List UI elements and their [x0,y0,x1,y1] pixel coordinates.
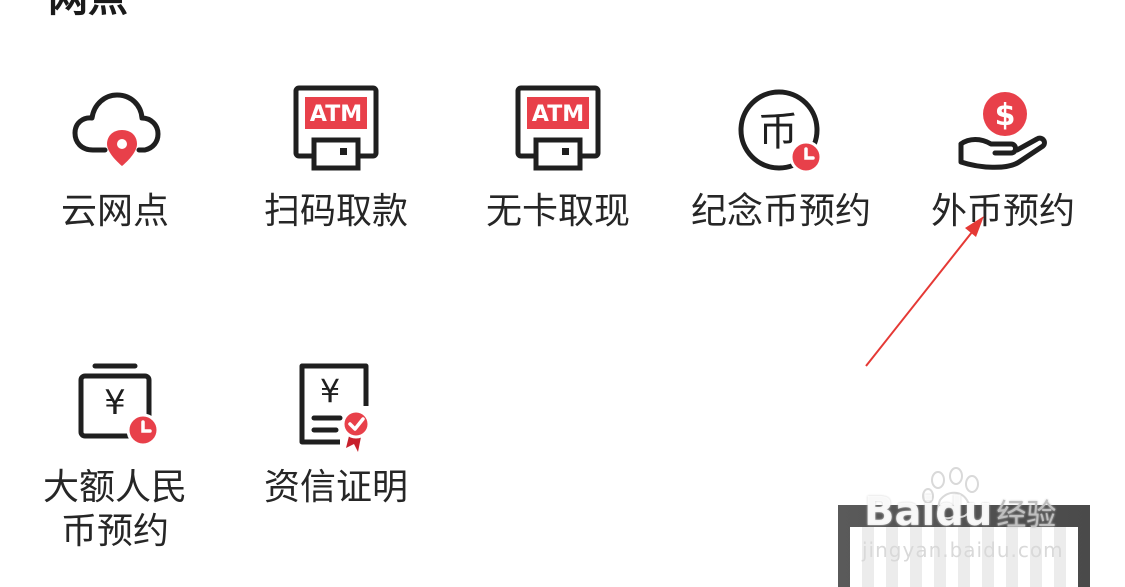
tile-scan-withdraw[interactable]: ATM 扫码取款 [226,82,446,234]
coin-char: 币 [758,109,798,155]
atm-text: ATM [310,102,362,127]
dollar-hand-icon: $ [958,92,1047,170]
tile-label: 云网点 [60,191,169,232]
rmb-clock-icon: ¥ [78,363,160,447]
watermark-url: jingyan.baidu.com [862,538,1064,562]
tile-label: 资信证明 [263,467,408,508]
tile-label: 无卡取现 [485,191,630,232]
yen-sign: ¥ [104,383,126,423]
watermark-brand-text: Baidu [864,489,993,535]
rmb-certificate-icon: ¥ [299,363,371,452]
tile-large-rmb[interactable]: ¥ 大额人民 币预约 [5,358,225,554]
atm-text: ATM [532,102,584,127]
atm-qr-icon: ATM [293,85,379,171]
tile-label: 外币预约 [930,191,1075,232]
atm-cardless-icon: ATM [515,85,601,171]
tile-cardless-withdraw[interactable]: ATM 无卡取现 [448,82,668,234]
tile-commemorative-coin[interactable]: 币 纪念币预约 [671,82,891,234]
tile-credit-certificate[interactable]: ¥ 资信证明 [226,358,446,510]
cloud-location-icon [72,92,161,166]
dollar-sign: $ [995,98,1016,133]
tile-label: 大额人民 币预约 [42,467,187,552]
tile-label: 扫码取款 [263,191,408,232]
section-title: 网点 [48,0,128,18]
tile-cloud-branch[interactable]: 云网点 [5,82,225,234]
tile-foreign-currency[interactable]: $ 外币预约 [893,82,1113,234]
watermark-brand-cn: 经验 [996,498,1057,533]
tile-label: 纪念币预约 [690,191,871,232]
yen-sign: ¥ [320,372,340,410]
coin-clock-icon: 币 [738,89,823,174]
watermark-brand: Baidu 经验 [864,490,1056,538]
